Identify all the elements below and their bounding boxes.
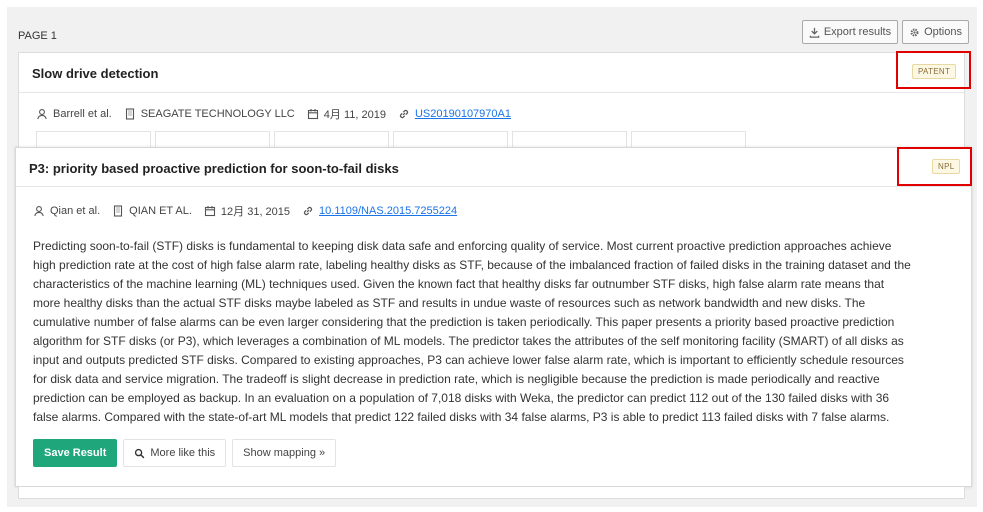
building-icon — [125, 108, 134, 120]
org-text: SEAGATE TECHNOLOGY LLC — [140, 108, 295, 120]
more-like-this-label: More like this — [150, 447, 216, 459]
org-text: QIAN ET AL. — [129, 205, 192, 217]
abstract-line: false alarms. Compared with the state-of… — [33, 410, 890, 424]
show-mapping-label: Show mapping » — [243, 447, 326, 459]
user-icon — [37, 109, 47, 120]
calendar-icon — [307, 109, 318, 120]
search-icon — [135, 448, 145, 458]
result-title[interactable]: Slow drive detection — [32, 66, 158, 81]
result-meta: Barrell et al. SEAGATE TECHNOLOGY LLC 4月… — [36, 106, 523, 122]
abstract-line: Predicting soon-to-fail (STF) disks is f… — [33, 239, 892, 253]
more-like-this-button[interactable]: More like this — [123, 439, 227, 467]
calendar-icon — [204, 206, 215, 217]
abstract-line: high prediction rate at the cost of high… — [33, 258, 911, 272]
gear-icon — [910, 28, 919, 36]
date-item: 4月 11, 2019 — [307, 106, 386, 122]
show-mapping-button[interactable]: Show mapping » — [232, 439, 337, 467]
next-result-card — [18, 487, 965, 499]
abstract-line: prediction can be employed as backup. In… — [33, 391, 890, 405]
user-icon — [34, 206, 44, 217]
toolbar: Export results Options — [801, 20, 969, 44]
abstract-line: more healthy disks than the actual STF d… — [33, 296, 866, 310]
abstract-line: for disk data and service migration. The… — [33, 372, 880, 386]
org-item: SEAGATE TECHNOLOGY LLC — [124, 108, 295, 120]
result-card-1: Slow drive detection Barrell et al. SEAG… — [18, 52, 965, 152]
author-item: Qian et al. — [33, 205, 100, 217]
abstract-line: input and outputs predicted STF disks. C… — [33, 353, 904, 367]
author-text: Barrell et al. — [53, 108, 112, 120]
org-item: QIAN ET AL. — [112, 205, 192, 217]
link-item: 10.1109/NAS.2015.7255224 — [302, 205, 457, 217]
patent-link[interactable]: US20190107970A1 — [415, 108, 511, 120]
result-card-2: P3: priority based proactive prediction … — [15, 147, 972, 487]
divider — [16, 186, 971, 187]
abstract: Predicting soon-to-fail (STF) disks is f… — [33, 237, 958, 427]
options-button[interactable]: Options — [902, 20, 969, 44]
date-text: 4月 11, 2019 — [323, 109, 386, 121]
date-item: 12月 31, 2015 — [204, 203, 290, 219]
building-icon — [114, 205, 123, 217]
save-result-button[interactable]: Save Result — [33, 439, 118, 467]
highlight-box-npl — [897, 147, 972, 186]
export-results-label: Export results — [823, 26, 892, 38]
result-meta: Qian et al. QIAN ET AL. 12月 31, 2015 10.… — [33, 203, 469, 219]
options-label: Options — [924, 26, 962, 38]
link-item: US20190107970A1 — [398, 108, 511, 120]
author-item: Barrell et al. — [36, 108, 112, 120]
abstract-line: characteristics of the machine learning … — [33, 277, 885, 291]
abstract-line: algorithm for STF disks (or P3), which l… — [33, 334, 904, 348]
link-icon — [399, 109, 409, 119]
divider — [19, 92, 964, 93]
date-text: 12月 31, 2015 — [220, 206, 291, 218]
highlight-box-patent — [896, 51, 971, 89]
result-actions: Save Result More like this Show mapping … — [33, 439, 337, 467]
author-text: Qian et al. — [50, 205, 101, 217]
abstract-line: cumulative number of false alarms can be… — [33, 315, 895, 329]
result-title[interactable]: P3: priority based proactive prediction … — [29, 161, 399, 176]
link-icon — [303, 206, 313, 216]
download-icon — [809, 27, 820, 38]
page-label: PAGE 1 — [18, 30, 57, 42]
doi-link[interactable]: 10.1109/NAS.2015.7255224 — [319, 205, 457, 217]
export-results-button[interactable]: Export results — [801, 20, 899, 44]
